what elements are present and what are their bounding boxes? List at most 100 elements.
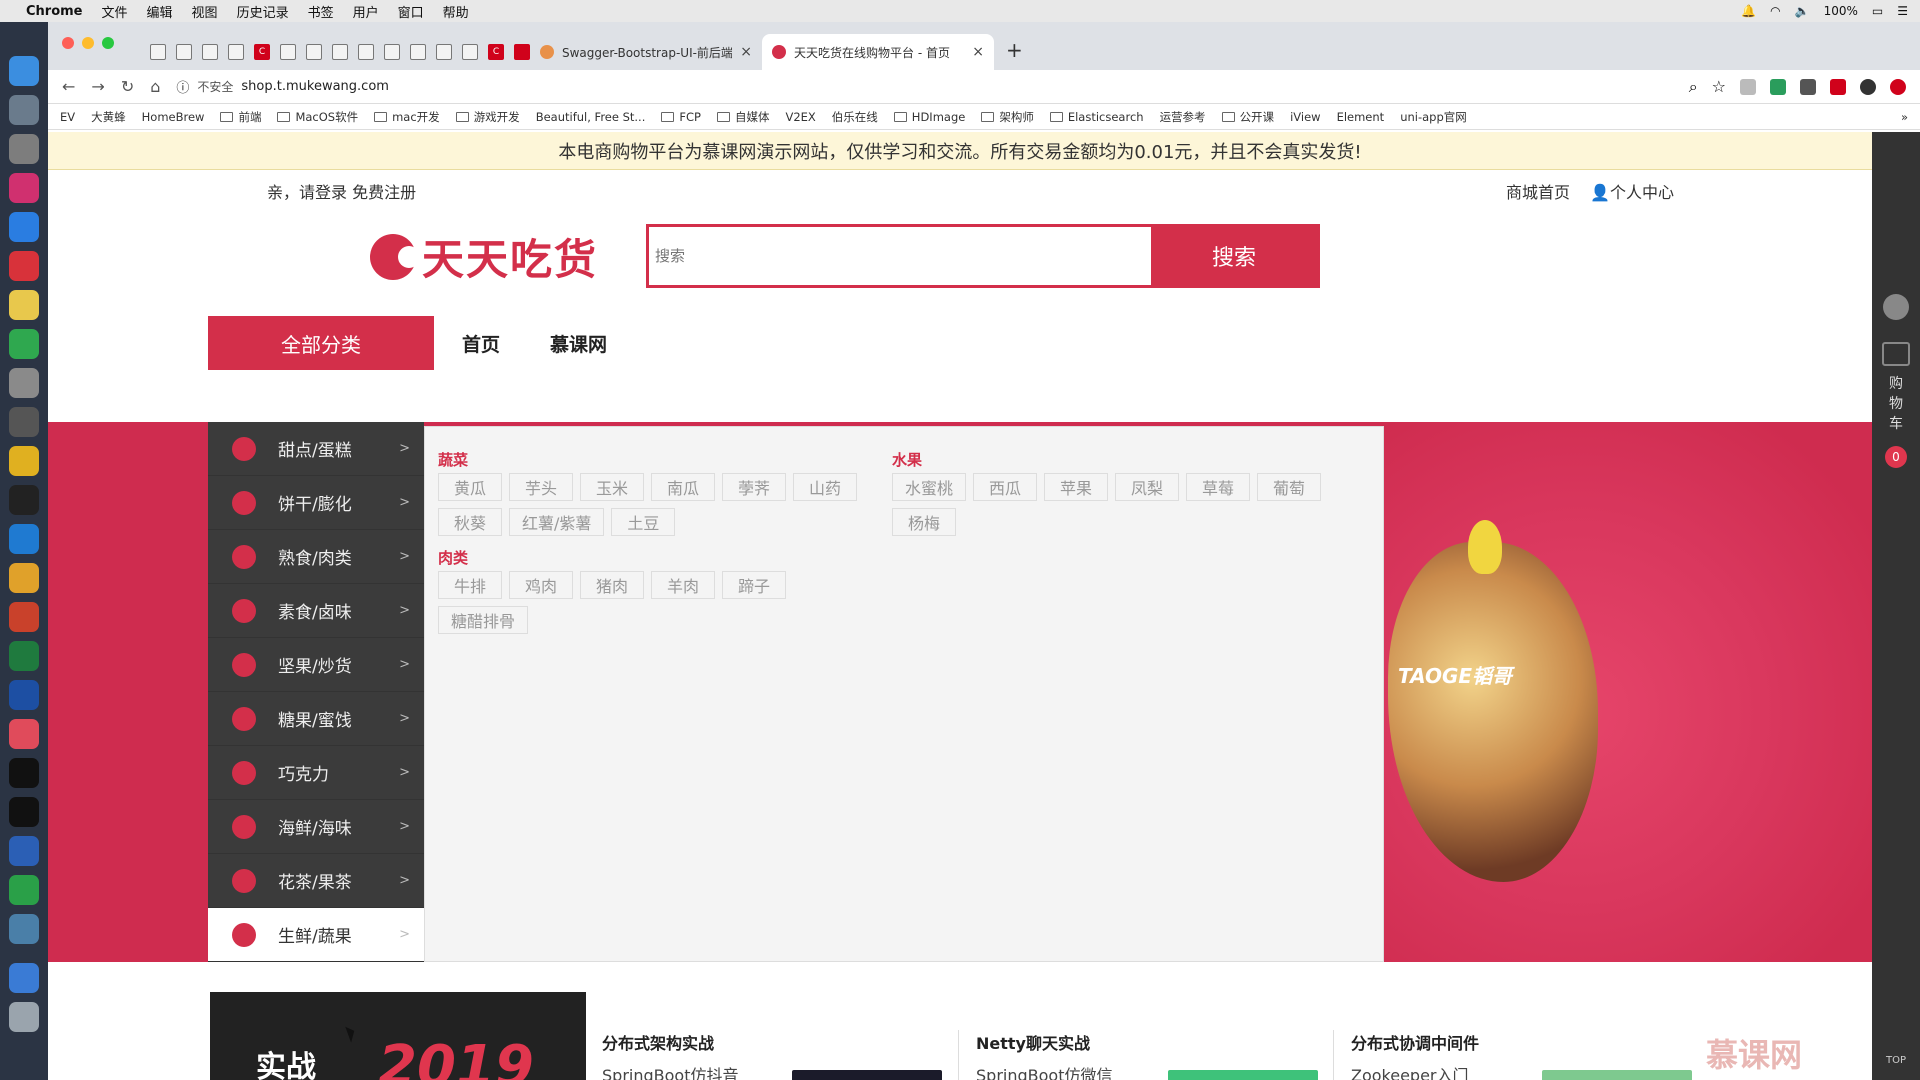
update-icon[interactable] xyxy=(1890,78,1906,95)
menu-file[interactable]: 文件 xyxy=(102,2,128,21)
search-input[interactable] xyxy=(649,227,1151,285)
subcategory-tag[interactable]: 苹果 xyxy=(1044,473,1109,501)
bookmark-item[interactable]: EV xyxy=(60,110,75,124)
course-card[interactable]: Netty聊天实战 SpringBoot仿微信 xyxy=(976,1030,1112,1080)
subcategory-tag[interactable]: 山药 xyxy=(793,473,857,501)
battery-icon[interactable]: ▭ xyxy=(1872,4,1883,18)
mail-icon[interactable] xyxy=(9,251,39,281)
evernote-icon[interactable] xyxy=(9,329,39,359)
qq-icon[interactable] xyxy=(9,758,39,788)
finder-icon[interactable] xyxy=(9,56,39,86)
pinned-tab[interactable]: C xyxy=(254,44,270,60)
tab-shop[interactable]: 天天吃货在线购物平台 - 首页 × xyxy=(762,34,994,70)
pinned-tab[interactable] xyxy=(332,44,348,60)
wechat-thumbnail[interactable] xyxy=(1168,1070,1318,1080)
pinned-tab[interactable] xyxy=(436,44,452,60)
pinned-tab[interactable]: C xyxy=(488,44,504,60)
settings-icon[interactable] xyxy=(9,134,39,164)
zoom-window-button[interactable] xyxy=(102,37,114,49)
bookmark-item[interactable]: uni-app官网 xyxy=(1400,109,1467,125)
category-item[interactable]: 素食/卤味 > xyxy=(208,584,424,638)
subcategory-tag[interactable]: 西瓜 xyxy=(973,473,1038,501)
cart-icon[interactable] xyxy=(1882,342,1910,366)
volume-icon[interactable]: 🔈 xyxy=(1795,4,1810,18)
info-icon[interactable]: ⓘ xyxy=(176,77,189,96)
subcategory-tag[interactable]: 黄瓜 xyxy=(438,473,502,501)
zoom-icon[interactable]: ⌕ xyxy=(1689,77,1698,97)
bookmark-item[interactable]: Element xyxy=(1337,110,1385,124)
qq2-icon[interactable] xyxy=(9,797,39,827)
app-icon[interactable] xyxy=(9,914,39,944)
trash-icon[interactable] xyxy=(9,1002,39,1032)
notes-icon[interactable] xyxy=(9,290,39,320)
yuque-icon[interactable] xyxy=(9,446,39,476)
category-item[interactable]: 饼干/膨化 > xyxy=(208,476,424,530)
subcategory-tag[interactable]: 草莓 xyxy=(1186,473,1251,501)
folder-icon[interactable] xyxy=(9,963,39,993)
new-tab-button[interactable]: + xyxy=(1006,38,1023,62)
promo-banner-image[interactable]: 实战 2019 xyxy=(210,992,586,1080)
cart-label[interactable]: 购物车 xyxy=(1889,374,1903,434)
bookmark-item[interactable]: 大黄蜂 xyxy=(91,109,126,125)
bookmark-folder[interactable]: 架构师 xyxy=(981,109,1034,125)
menu-app[interactable]: Chrome xyxy=(26,4,83,19)
course-card[interactable]: 分布式架构实战 SpringBoot仿抖音 xyxy=(602,1030,738,1080)
back-to-top-button[interactable]: TOP xyxy=(1886,1055,1906,1066)
subcategory-tag[interactable]: 荸荠 xyxy=(722,473,786,501)
user-icon[interactable] xyxy=(1883,294,1909,320)
subcategory-tag[interactable]: 葡萄 xyxy=(1257,473,1322,501)
menu-edit[interactable]: 编辑 xyxy=(147,2,173,21)
vue-devtools-icon[interactable] xyxy=(1770,78,1786,95)
search-button[interactable]: 搜索 xyxy=(1151,227,1317,285)
address-bar[interactable]: ⓘ 不安全 shop.t.mukewang.com xyxy=(176,77,1672,96)
subcategory-tag[interactable]: 鸡肉 xyxy=(509,571,573,599)
bookmark-folder[interactable]: mac开发 xyxy=(374,109,440,125)
close-window-button[interactable] xyxy=(62,37,74,49)
subcategory-tag[interactable]: 水蜜桃 xyxy=(892,473,967,501)
menu-view[interactable]: 视图 xyxy=(192,2,218,21)
category-item[interactable]: 海鲜/海味 > xyxy=(208,800,424,854)
bookmark-folder[interactable]: 游戏开发 xyxy=(455,109,520,125)
pinned-tab[interactable] xyxy=(202,44,218,60)
pinned-tab[interactable] xyxy=(358,44,374,60)
subcategory-tag[interactable]: 芋头 xyxy=(509,473,573,501)
url-text[interactable]: shop.t.mukewang.com xyxy=(241,79,389,94)
bookmark-item[interactable]: 运营参考 xyxy=(1160,109,1206,125)
subcategory-tag[interactable]: 土豆 xyxy=(611,508,676,536)
home-icon[interactable]: ⌂ xyxy=(150,77,160,96)
user-center-link[interactable]: 👤个人中心 xyxy=(1590,179,1674,203)
subcategory-tag[interactable]: 蹄子 xyxy=(722,571,786,599)
category-item[interactable]: 巧克力 > xyxy=(208,746,424,800)
login-register-link[interactable]: 亲，请登录 免费注册 xyxy=(267,179,416,203)
bookmark-folder[interactable]: MacOS软件 xyxy=(277,109,358,125)
tiktok-thumbnail[interactable] xyxy=(792,1070,942,1080)
category-item[interactable]: 糖果/蜜饯 > xyxy=(208,692,424,746)
subcategory-tag[interactable]: 玉米 xyxy=(580,473,644,501)
subcategory-tag[interactable]: 牛排 xyxy=(438,571,502,599)
category-item[interactable]: 甜点/蛋糕 > xyxy=(208,422,424,476)
extension-icon[interactable] xyxy=(1800,78,1816,95)
category-item[interactable]: 坚果/炒货 > xyxy=(208,638,424,692)
group-title[interactable]: 肉类 xyxy=(438,547,868,568)
adblock-icon[interactable] xyxy=(1830,78,1846,95)
pinned-tab[interactable] xyxy=(228,44,244,60)
pinned-tab[interactable] xyxy=(514,44,530,60)
subcategory-tag[interactable]: 糖醋排骨 xyxy=(438,606,529,634)
all-categories-button[interactable]: 全部分类 xyxy=(208,316,434,370)
pinned-tab[interactable] xyxy=(306,44,322,60)
menu-user[interactable]: 用户 xyxy=(353,2,379,21)
intellij-icon[interactable] xyxy=(9,173,39,203)
bookmark-item[interactable]: HomeBrew xyxy=(142,110,205,124)
pinned-tab[interactable] xyxy=(384,44,400,60)
terminal-icon[interactable] xyxy=(9,485,39,515)
excel-icon[interactable] xyxy=(9,641,39,671)
profile-avatar[interactable] xyxy=(1860,78,1876,95)
bookmarks-overflow-icon[interactable]: » xyxy=(1901,110,1908,124)
menu-history[interactable]: 历史记录 xyxy=(237,2,289,21)
subcategory-tag[interactable]: 红薯/紫薯 xyxy=(509,508,605,536)
powerpoint-icon[interactable] xyxy=(9,602,39,632)
launchpad-icon[interactable] xyxy=(9,95,39,125)
back-icon[interactable]: ← xyxy=(62,77,75,96)
screenshot-icon[interactable] xyxy=(9,407,39,437)
nav-imooc[interactable]: 慕课网 xyxy=(550,330,607,357)
